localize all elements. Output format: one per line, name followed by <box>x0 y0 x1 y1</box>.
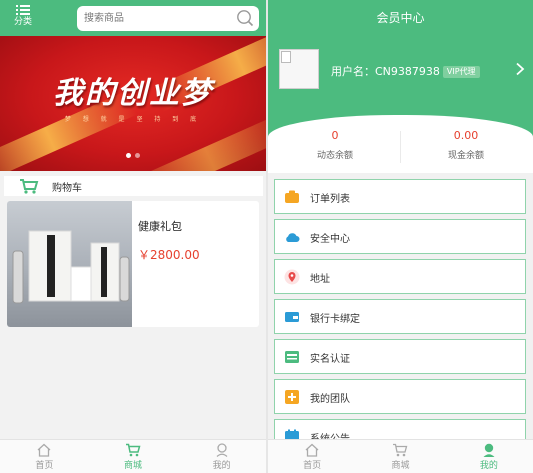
tab-home[interactable]: 首页 <box>268 440 356 473</box>
tab-label: 商城 <box>391 461 410 471</box>
cart-section-header: 购物车 <box>4 176 263 196</box>
category-menu-label: 分类 <box>13 17 32 27</box>
banner-dot[interactable] <box>126 153 131 158</box>
cart-icon <box>126 443 141 457</box>
vip-badge: VIP代理 <box>442 66 480 78</box>
tab-label: 我的 <box>212 461 231 471</box>
product-card[interactable]: 健康礼包 ￥2800.00 <box>7 201 259 327</box>
dynamic-balance-value: 0 <box>331 129 339 142</box>
tab-home[interactable]: 首页 <box>0 440 89 473</box>
cash-balance-label: 现金余额 <box>447 151 484 161</box>
shop-screen: 分类 我的创业梦 梦 想 就 是 坚 持 到 底 购物车 <box>0 0 266 473</box>
menu-item-label: 我的团队 <box>310 394 350 405</box>
menu-item-label: 订单列表 <box>310 194 350 205</box>
menu-item-label: 地址 <box>310 274 330 285</box>
product-price: ￥2800.00 <box>138 248 200 262</box>
search-box[interactable] <box>77 6 259 31</box>
search-icon[interactable] <box>236 9 254 27</box>
cart-icon <box>20 179 39 194</box>
shop-header: 分类 <box>0 0 266 36</box>
tab-mall[interactable]: 商城 <box>356 440 444 473</box>
bank-card-icon <box>285 312 299 322</box>
member-tabbar: 首页 商城 我的 <box>268 439 533 473</box>
shop-tabbar: 首页 商城 我的 <box>0 439 266 473</box>
user-icon <box>216 443 228 457</box>
menu-item-bank-card[interactable]: 银行卡绑定 <box>274 299 526 334</box>
broken-image-icon <box>281 51 291 63</box>
tab-label: 首页 <box>35 461 54 471</box>
dynamic-balance[interactable]: 0 动态余额 <box>270 129 400 161</box>
cart-icon <box>393 443 408 457</box>
member-center-screen: 会员中心 用户名：CN9387938 VIP代理 0 动态余额 0.00 现金余额… <box>268 0 533 473</box>
chevron-right-icon[interactable] <box>515 62 525 76</box>
location-pin-icon <box>284 269 300 285</box>
balance-card: 0 动态余额 0.00 现金余额 <box>268 115 533 173</box>
menu-item-security[interactable]: 安全中心 <box>274 219 526 254</box>
home-icon <box>305 443 319 457</box>
menu-item-address[interactable]: 地址 <box>274 259 526 294</box>
banner-pagination <box>0 147 266 161</box>
username: 用户名：CN9387938 <box>331 65 440 78</box>
cash-balance[interactable]: 0.00 现金余额 <box>401 129 531 161</box>
banner-subtitle: 梦 想 就 是 坚 持 到 底 <box>64 116 202 123</box>
menu-item-orders[interactable]: 订单列表 <box>274 179 526 214</box>
search-input[interactable] <box>77 6 227 31</box>
cash-balance-value: 0.00 <box>453 129 479 142</box>
cloud-security-icon <box>286 233 300 242</box>
menu-item-id-verify[interactable]: 实名认证 <box>274 339 526 374</box>
product-name: 健康礼包 <box>138 220 182 233</box>
home-icon <box>37 443 51 457</box>
username-row[interactable]: 用户名：CN9387938 VIP代理 <box>331 63 480 79</box>
tab-mine[interactable]: 我的 <box>445 440 533 473</box>
menu-item-label: 实名认证 <box>310 354 350 365</box>
id-verify-icon <box>285 351 299 363</box>
cart-section-label: 购物车 <box>52 183 82 194</box>
dynamic-balance-label: 动态余额 <box>316 151 353 161</box>
menu-item-label: 安全中心 <box>310 234 350 245</box>
page-title: 会员中心 <box>376 11 425 25</box>
promo-banner[interactable]: 我的创业梦 梦 想 就 是 坚 持 到 底 <box>0 36 266 171</box>
menu-item-team[interactable]: 我的团队 <box>274 379 526 414</box>
tab-label: 首页 <box>303 461 322 471</box>
order-list-icon <box>285 190 299 203</box>
member-menu-list: 订单列表 安全中心 地址 银行卡绑定 实名认证 我的团队 <box>274 179 526 459</box>
menu-item-label: 银行卡绑定 <box>310 314 360 325</box>
banner-title: 我的创业梦 <box>53 76 213 111</box>
tab-label: 我的 <box>479 461 498 471</box>
avatar[interactable] <box>279 49 319 89</box>
team-plus-icon <box>285 390 299 404</box>
user-icon <box>483 443 495 457</box>
banner-dot[interactable] <box>135 153 140 158</box>
tab-mine[interactable]: 我的 <box>177 440 266 473</box>
tab-label: 商城 <box>124 461 143 471</box>
product-image <box>7 201 132 327</box>
category-menu-button[interactable]: 分类 <box>9 4 37 32</box>
list-icon <box>16 5 30 15</box>
tab-mall[interactable]: 商城 <box>89 440 178 473</box>
